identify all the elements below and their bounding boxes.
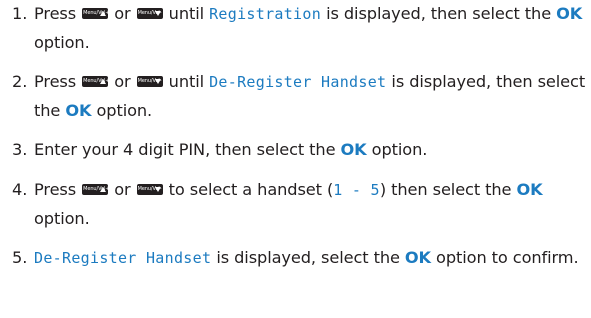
press-text: Press	[34, 72, 77, 91]
menu-vol-up-key-icon: Menu/Vol+	[82, 76, 109, 87]
or-text: or	[114, 72, 131, 91]
option-text: option.	[34, 32, 90, 52]
step-text: Enter your 4 digit PIN, then select the …	[12, 136, 587, 165]
display-text-registration: Registration	[209, 5, 322, 23]
step-3: 3. Enter your 4 digit PIN, then select t…	[12, 136, 587, 165]
step-number: 4.	[12, 180, 28, 199]
option-text: option.	[96, 100, 153, 120]
ok-option: OK	[340, 140, 367, 159]
option-text: option to confirm.	[436, 248, 579, 267]
step-number: 5.	[12, 248, 28, 267]
pin-text: Enter your 4 digit PIN, then select the	[34, 140, 336, 159]
step-number: 1.	[12, 4, 28, 23]
step-5: 5. De-Register Handset is displayed, sel…	[12, 244, 587, 273]
display-text-deregister: De-Register Handset	[34, 249, 212, 267]
press-text: Press	[34, 4, 77, 23]
ok-option: OK	[65, 100, 92, 120]
step-4: 4. Press Menu/Vol+ or Menu/Vol- to selec…	[12, 176, 587, 233]
until-text: until	[168, 4, 205, 23]
step-1: 1. Press Menu/Vol+ or Menu/Vol- until Re…	[12, 0, 587, 57]
step-number: 3.	[12, 140, 28, 159]
range-separator: -	[342, 181, 371, 199]
ok-option: OK	[556, 4, 583, 23]
select-text: to select a handset (	[168, 180, 334, 199]
or-text: or	[114, 180, 131, 199]
ok-option: OK	[404, 248, 431, 267]
display-text-deregister: De-Register Handset	[209, 73, 387, 91]
option-text: option.	[371, 140, 428, 159]
menu-vol-down-key-icon: Menu/Vol-	[136, 76, 163, 87]
after-range-text: ) then select the	[379, 180, 512, 199]
range-end: 5	[370, 181, 380, 199]
menu-vol-up-key-icon: Menu/Vol+	[82, 8, 109, 19]
ok-option: OK	[516, 180, 543, 199]
step-2: 2. Press Menu/Vol+ or Menu/Vol- until De…	[12, 68, 587, 125]
menu-vol-down-key-icon: Menu/Vol-	[136, 8, 163, 19]
step-text: De-Register Handset is displayed, select…	[12, 244, 587, 273]
step-text: Press Menu/Vol+ or Menu/Vol- to select a…	[12, 176, 587, 233]
range-start: 1	[333, 181, 343, 199]
option-text: option.	[34, 208, 90, 228]
press-text: Press	[34, 180, 77, 199]
until-text: until	[168, 72, 205, 91]
step-number: 2.	[12, 72, 28, 91]
step-text: Press Menu/Vol+ or Menu/Vol- until Regis…	[12, 0, 587, 57]
menu-vol-up-key-icon: Menu/Vol+	[82, 184, 109, 195]
or-text: or	[114, 4, 131, 23]
after-display-text: is displayed, then select the	[326, 4, 552, 23]
after-display-text: is displayed, select the	[216, 248, 400, 267]
step-text: Press Menu/Vol+ or Menu/Vol- until De-Re…	[12, 68, 587, 125]
menu-vol-down-key-icon: Menu/Vol-	[136, 184, 163, 195]
